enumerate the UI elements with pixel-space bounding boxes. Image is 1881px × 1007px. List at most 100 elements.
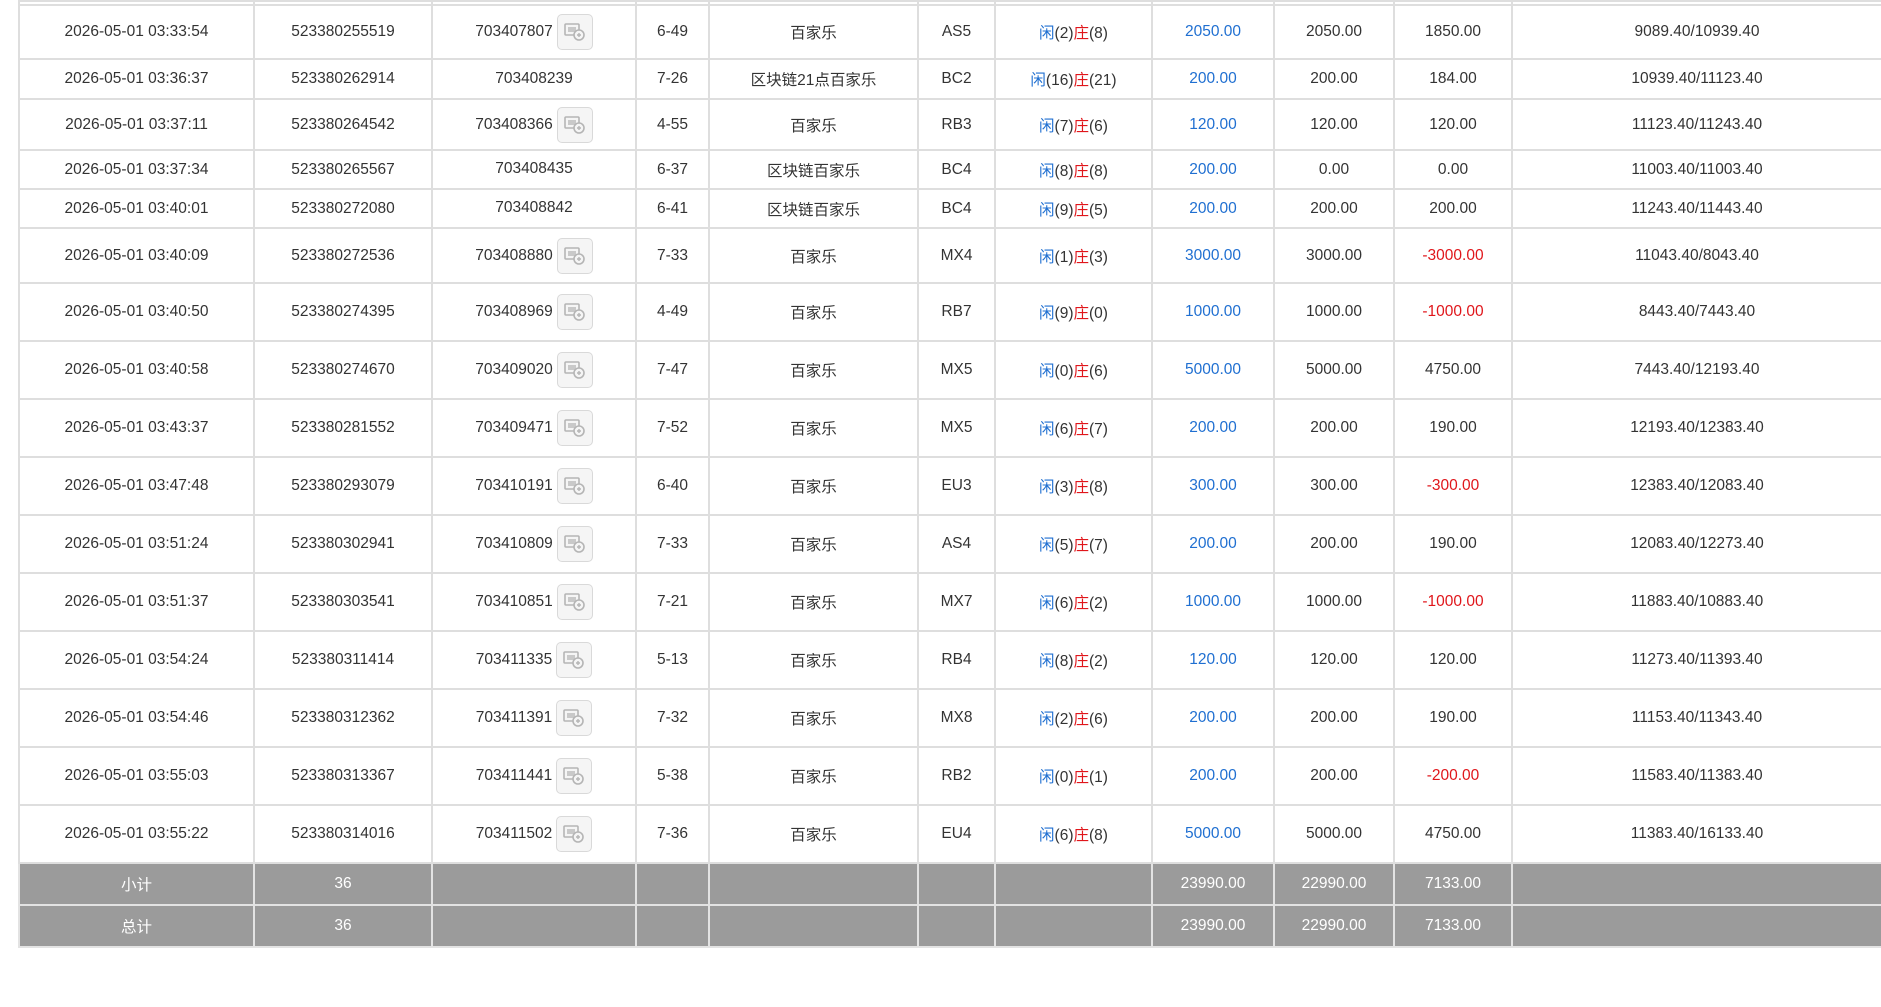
replay-image-icon[interactable]	[556, 468, 593, 504]
bet-time-cell: 2026-05-01 03:54:46	[18, 688, 255, 748]
table-row: 2026-05-01 03:51:37 523380303541 703410851…	[18, 572, 1881, 632]
ticket-number-cell: 703408435	[431, 149, 637, 190]
bet-amount-cell: 200.00	[1151, 149, 1275, 190]
game-type-cell: 区块链百家乐	[708, 149, 919, 190]
bet-amount-cell: 1000.00	[1151, 572, 1275, 632]
banker-points: (6)	[1089, 117, 1108, 135]
balance-change-cell: 9089.40/10939.40	[1511, 4, 1881, 60]
player-points: (3)	[1054, 479, 1074, 496]
order-number-cell: 523380265567	[253, 149, 433, 190]
game-type-cell: 百家乐	[708, 282, 919, 342]
subtotal-empty-cell	[635, 862, 710, 906]
order-number-cell: 523380312362	[253, 688, 433, 748]
result-cell: 闲(8)庄(2)	[994, 630, 1153, 690]
win-loss-cell: 190.00	[1393, 688, 1513, 748]
bet-time-cell: 2026-05-01 03:51:37	[18, 572, 255, 632]
ticket-number-cell: 703408239	[431, 58, 637, 100]
banker-points: (6)	[1089, 363, 1108, 380]
balance-change-cell: 12383.40/12083.40	[1511, 456, 1881, 516]
shoe-round-cell: 7-47	[635, 340, 710, 400]
subtotal-empty-cell	[1511, 862, 1881, 906]
replay-image-icon[interactable]	[556, 584, 593, 620]
balance-change-cell: 11243.40/11443.40	[1511, 188, 1881, 229]
ticket-number-cell: 703410809	[431, 514, 637, 574]
win-loss-cell: 120.00	[1393, 630, 1513, 690]
banker-points: (8)	[1089, 827, 1108, 844]
table-code-cell: RB7	[917, 282, 996, 342]
balance-change-cell: 11583.40/11383.40	[1511, 746, 1881, 806]
table-row: 2026-05-01 03:55:03 523380313367 703411441…	[18, 746, 1881, 806]
balance-change-cell: 12083.40/12273.40	[1511, 514, 1881, 574]
balance-change-cell: 8443.40/7443.40	[1511, 282, 1881, 342]
valid-bet-cell: 120.00	[1273, 98, 1395, 151]
shoe-round-cell: 7-21	[635, 572, 710, 632]
total-valid-bet: 22990.00	[1273, 904, 1395, 948]
bet-time-cell: 2026-05-01 03:37:11	[18, 98, 255, 151]
replay-image-icon[interactable]	[556, 758, 593, 794]
subtotal-win-loss: 7133.00	[1393, 862, 1513, 906]
balance-change-cell: 11123.40/11243.40	[1511, 98, 1881, 151]
bet-amount-cell: 120.00	[1151, 98, 1275, 151]
bet-amount-cell: 3000.00	[1151, 227, 1275, 284]
result-cell: 闲(1)庄(3)	[994, 227, 1153, 284]
banker-label: 庄	[1073, 769, 1090, 786]
result-cell: 闲(7)庄(6)	[994, 98, 1153, 151]
table-code-cell: MX7	[917, 572, 996, 632]
player-points: (16)	[1045, 72, 1074, 89]
total-row: 总计 36 23990.00 22990.00 7133.00	[18, 904, 1881, 948]
replay-image-icon[interactable]	[556, 700, 593, 736]
shoe-round-cell: 6-37	[635, 149, 710, 190]
game-type-cell: 百家乐	[708, 340, 919, 400]
banker-points: (7)	[1089, 421, 1108, 438]
replay-image-icon[interactable]	[556, 816, 593, 852]
table-code-cell: MX5	[917, 398, 996, 458]
subtotal-bet: 23990.00	[1151, 862, 1275, 906]
bet-time-cell: 2026-05-01 03:55:22	[18, 804, 255, 864]
replay-image-icon[interactable]	[556, 352, 593, 388]
table-code-cell: BC4	[917, 188, 996, 229]
shoe-round-cell: 7-32	[635, 688, 710, 748]
banker-points: (2)	[1089, 653, 1108, 670]
valid-bet-cell: 300.00	[1273, 456, 1395, 516]
win-loss-cell: -200.00	[1393, 746, 1513, 806]
replay-image-icon[interactable]	[556, 106, 593, 143]
result-cell: 闲(3)庄(8)	[994, 456, 1153, 516]
win-loss-cell: 0.00	[1393, 149, 1513, 190]
result-cell: 闲(9)庄(5)	[994, 188, 1153, 229]
replay-image-icon[interactable]	[556, 294, 593, 330]
order-number-cell: 523380255519	[253, 4, 433, 60]
table-footer: 小计 36 23990.00 22990.00 7133.00 总计 36 23…	[18, 862, 1881, 948]
banker-label: 庄	[1073, 363, 1090, 380]
table-code-cell: EU3	[917, 456, 996, 516]
player-points: (2)	[1054, 711, 1074, 728]
ticket-number: 703407807	[475, 23, 553, 40]
total-bet: 23990.00	[1151, 904, 1275, 948]
player-label: 闲	[1039, 595, 1055, 612]
ticket-number-cell: 703408366	[431, 98, 637, 151]
balance-change-cell: 10939.40/11123.40	[1511, 58, 1881, 100]
player-label: 闲	[1039, 653, 1055, 670]
replay-image-icon[interactable]	[556, 410, 593, 446]
banker-points: (8)	[1089, 162, 1108, 180]
bet-amount-cell: 5000.00	[1151, 804, 1275, 864]
player-label: 闲	[1039, 769, 1055, 786]
replay-image-icon[interactable]	[556, 237, 593, 274]
bet-amount-cell: 200.00	[1151, 398, 1275, 458]
replay-image-icon[interactable]	[556, 526, 593, 562]
ticket-number-cell: 703411441	[431, 746, 637, 806]
table-row: 2026-05-01 03:40:09 523380272536 703408880…	[18, 227, 1881, 284]
replay-image-icon[interactable]	[556, 14, 593, 50]
balance-change-cell: 11383.40/16133.40	[1511, 804, 1881, 864]
banker-label: 庄	[1073, 827, 1090, 844]
result-cell: 闲(16)庄(21)	[994, 58, 1153, 100]
result-cell: 闲(6)庄(2)	[994, 572, 1153, 632]
bet-time-cell: 2026-05-01 03:54:24	[18, 630, 255, 690]
player-points: (9)	[1054, 305, 1074, 322]
win-loss-cell: 190.00	[1393, 398, 1513, 458]
player-label: 闲	[1039, 248, 1055, 266]
result-cell: 闲(6)庄(7)	[994, 398, 1153, 458]
replay-image-icon[interactable]	[556, 642, 593, 678]
valid-bet-cell: 120.00	[1273, 630, 1395, 690]
bet-time-cell: 2026-05-01 03:43:37	[18, 398, 255, 458]
player-points: (8)	[1054, 162, 1074, 180]
